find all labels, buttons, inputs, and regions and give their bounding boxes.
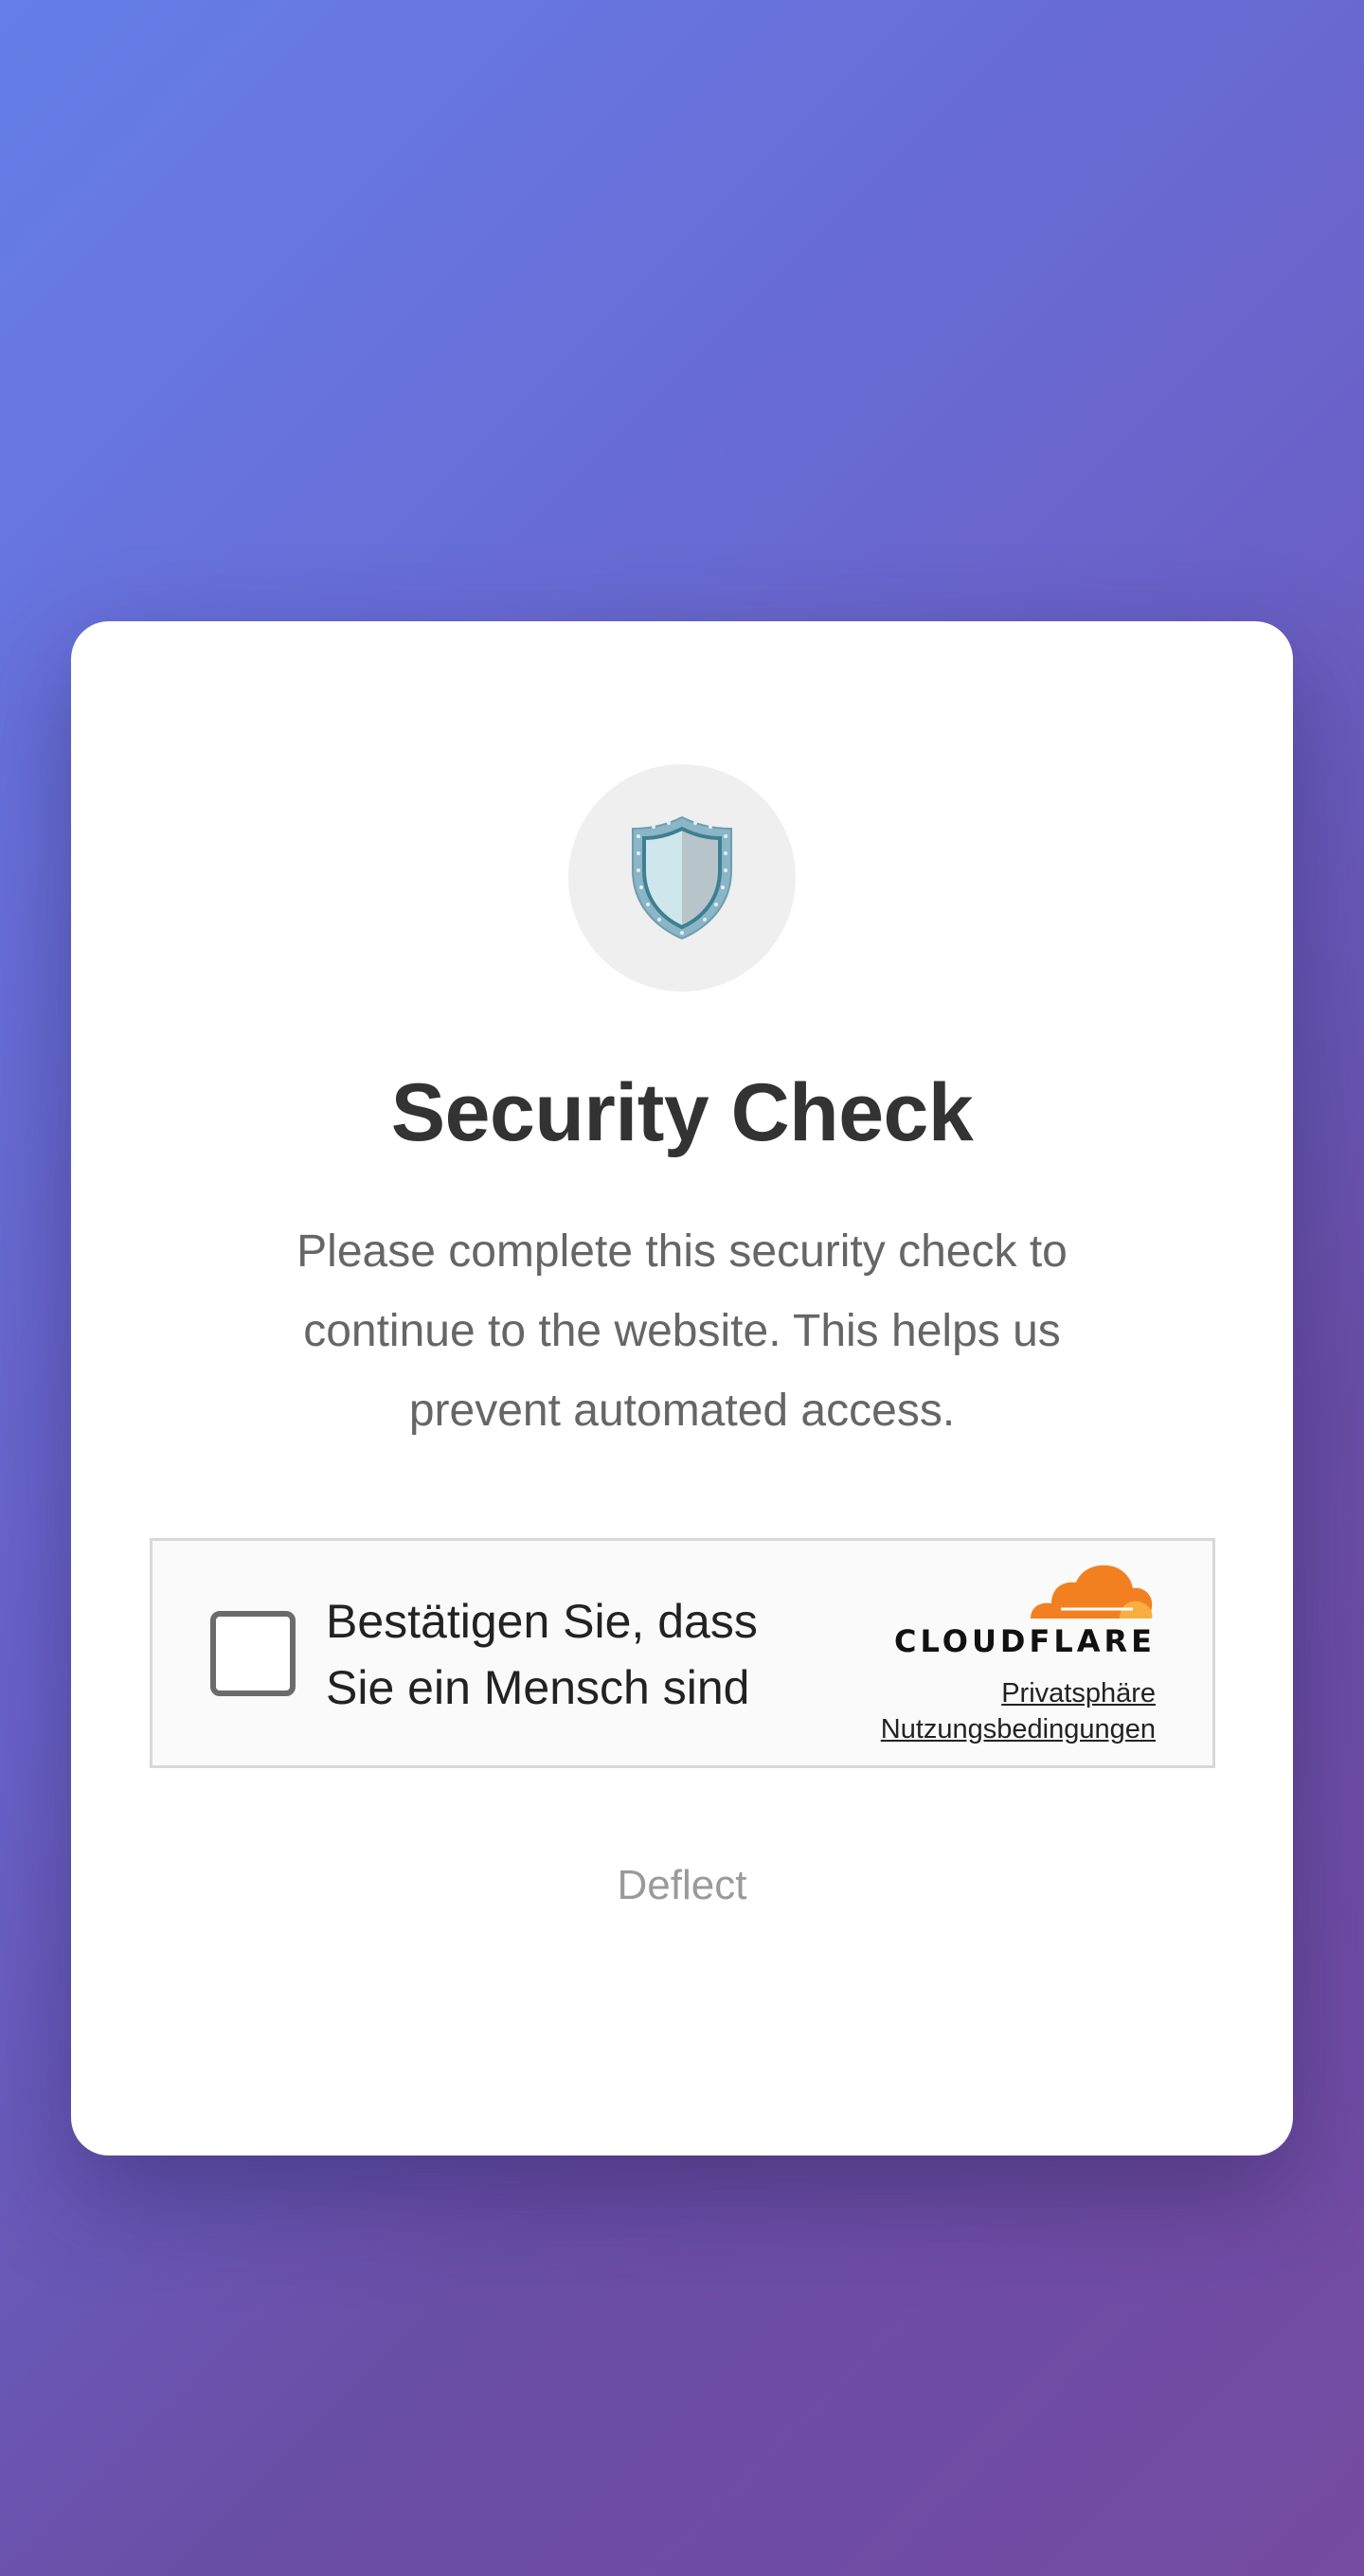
cloudflare-brand: CLOUDFLARE Privatsphäre Nutzungsbedingun… (834, 1560, 1156, 1747)
footer-brand: Deflect (617, 1862, 747, 1908)
human-verification-checkbox[interactable] (210, 1611, 296, 1696)
privacy-link[interactable]: Privatsphäre (834, 1675, 1156, 1711)
security-check-card: Security Check Please complete this secu… (71, 621, 1293, 2156)
page-description: Please complete this security check to c… (296, 1226, 1068, 1436)
terms-link[interactable]: Nutzungsbedingungen (834, 1711, 1156, 1747)
verification-label: Bestätigen Sie, dass Sie ein Mensch sind (326, 1595, 758, 1714)
cloudflare-cloud-icon (1031, 1565, 1153, 1619)
shield-icon (632, 815, 732, 940)
shield-icon-badge (568, 764, 796, 992)
legal-links: Privatsphäre Nutzungsbedingungen (834, 1675, 1156, 1747)
cloudflare-logo-text: CLOUDFLARE (894, 1623, 1156, 1659)
page-title: Security Check (390, 1067, 974, 1158)
cloudflare-turnstile-widget: Bestätigen Sie, dass Sie ein Mensch sind… (150, 1538, 1215, 1768)
